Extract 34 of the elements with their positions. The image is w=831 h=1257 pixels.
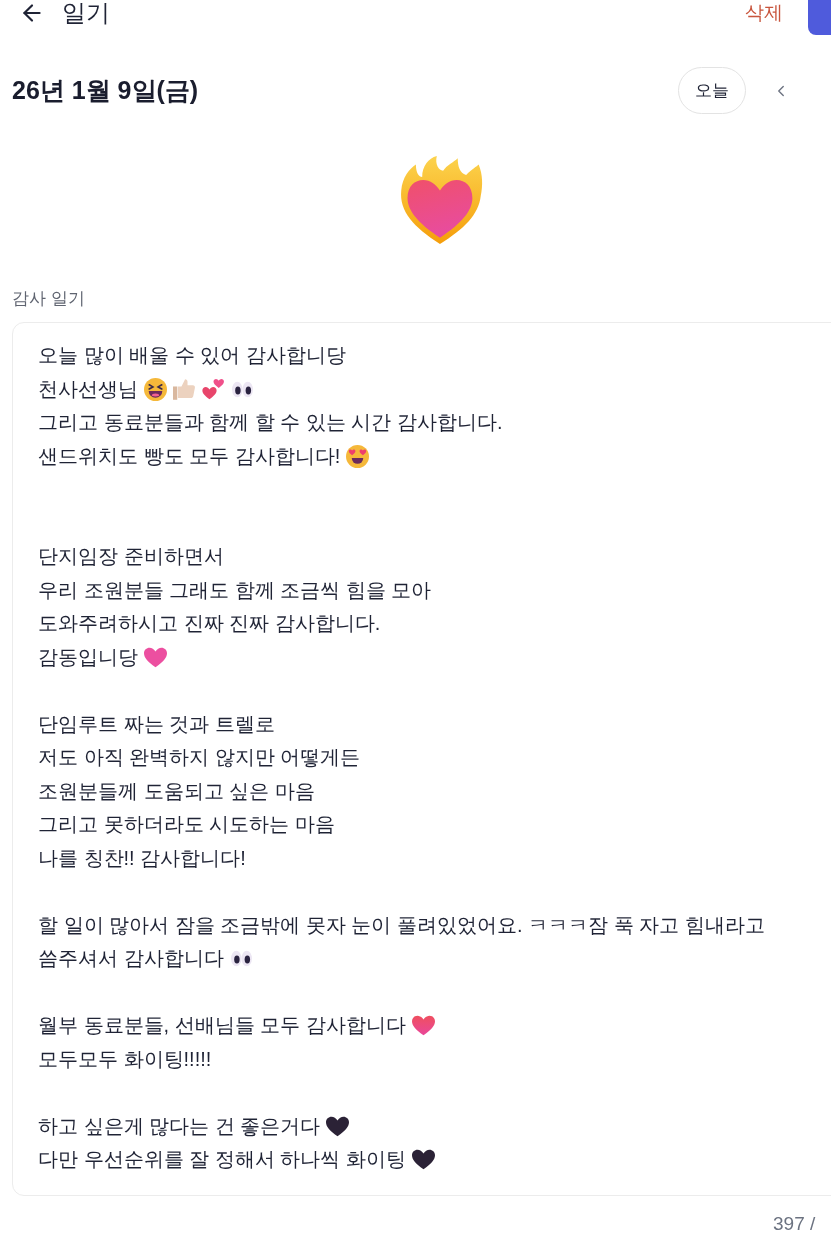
character-counter: 397 / — [773, 1212, 816, 1234]
diary-line: 샌드위치도 빵도 모두 감사합니다! — [38, 443, 341, 469]
laughing-face-icon — [144, 377, 167, 401]
heart-icon — [411, 1148, 435, 1172]
diary-line: 하고 싶은게 많다는 건 좋은거다 — [38, 1113, 321, 1139]
diary-line: 단임루트 짜는 것과 트렐로 — [38, 711, 275, 737]
thumbs-up-icon — [173, 377, 196, 401]
diary-line: 씀주셔서 감사합니다 — [38, 946, 224, 971]
diary-line: 월부 동료분들, 선배님들 모두 감사합니다 — [38, 1013, 406, 1038]
diary-line: 나를 칭찬!! 감사합니다! — [38, 845, 246, 871]
delete-button[interactable]: 삭제 — [745, 0, 783, 26]
heart-icon — [411, 1014, 435, 1038]
diary-line: 오늘 많이 배울 수 있어 감사합니당 — [38, 343, 346, 368]
diary-line: 감동입니당 — [38, 644, 138, 670]
heart-eyes-face-icon — [346, 444, 370, 468]
two-hearts-icon — [202, 377, 225, 401]
diary-line: 천사선생님 — [38, 376, 138, 402]
section-label: 감사 일기 — [12, 289, 85, 308]
date-title: 26년 1월 9일(금) — [12, 74, 199, 106]
diary-line: 단지임장 준비하면서 — [38, 544, 224, 569]
diary-line: 조원분들께 도움되고 싶은 마음 — [38, 778, 315, 804]
diary-line: 모두모두 화이팅!!!!! — [38, 1046, 212, 1072]
diary-line: 다만 우선순위를 잘 정해서 하나씩 화이팅 — [38, 1147, 406, 1172]
page-title: 일기 — [62, 0, 110, 26]
diary-line: 도와주려하시고 진짜 진짜 감사합니다. — [38, 611, 381, 636]
diary-line: 우리 조원분들 그래도 함께 조금씩 힘을 모아 — [38, 577, 432, 603]
diary-text-area[interactable] — [12, 322, 831, 1196]
diary-line: 저도 아직 완벽하지 않지만 어떻게든 — [38, 745, 361, 770]
diary-line: 그리고 동료분들과 함께 할 수 있는 시간 감사합니다. — [38, 410, 503, 435]
diary-line: 할 일이 많아서 잠을 조금밖에 못자 눈이 풀려있었어요. ㅋㅋㅋ잠 푹 자고 힘내라고 — [38, 912, 765, 938]
heart-icon — [144, 645, 167, 669]
heart-on-fire-icon — [398, 155, 484, 245]
heart-icon — [326, 1114, 350, 1138]
diary-line: 그리고 못하더라도 시도하는 마음 — [38, 812, 335, 837]
